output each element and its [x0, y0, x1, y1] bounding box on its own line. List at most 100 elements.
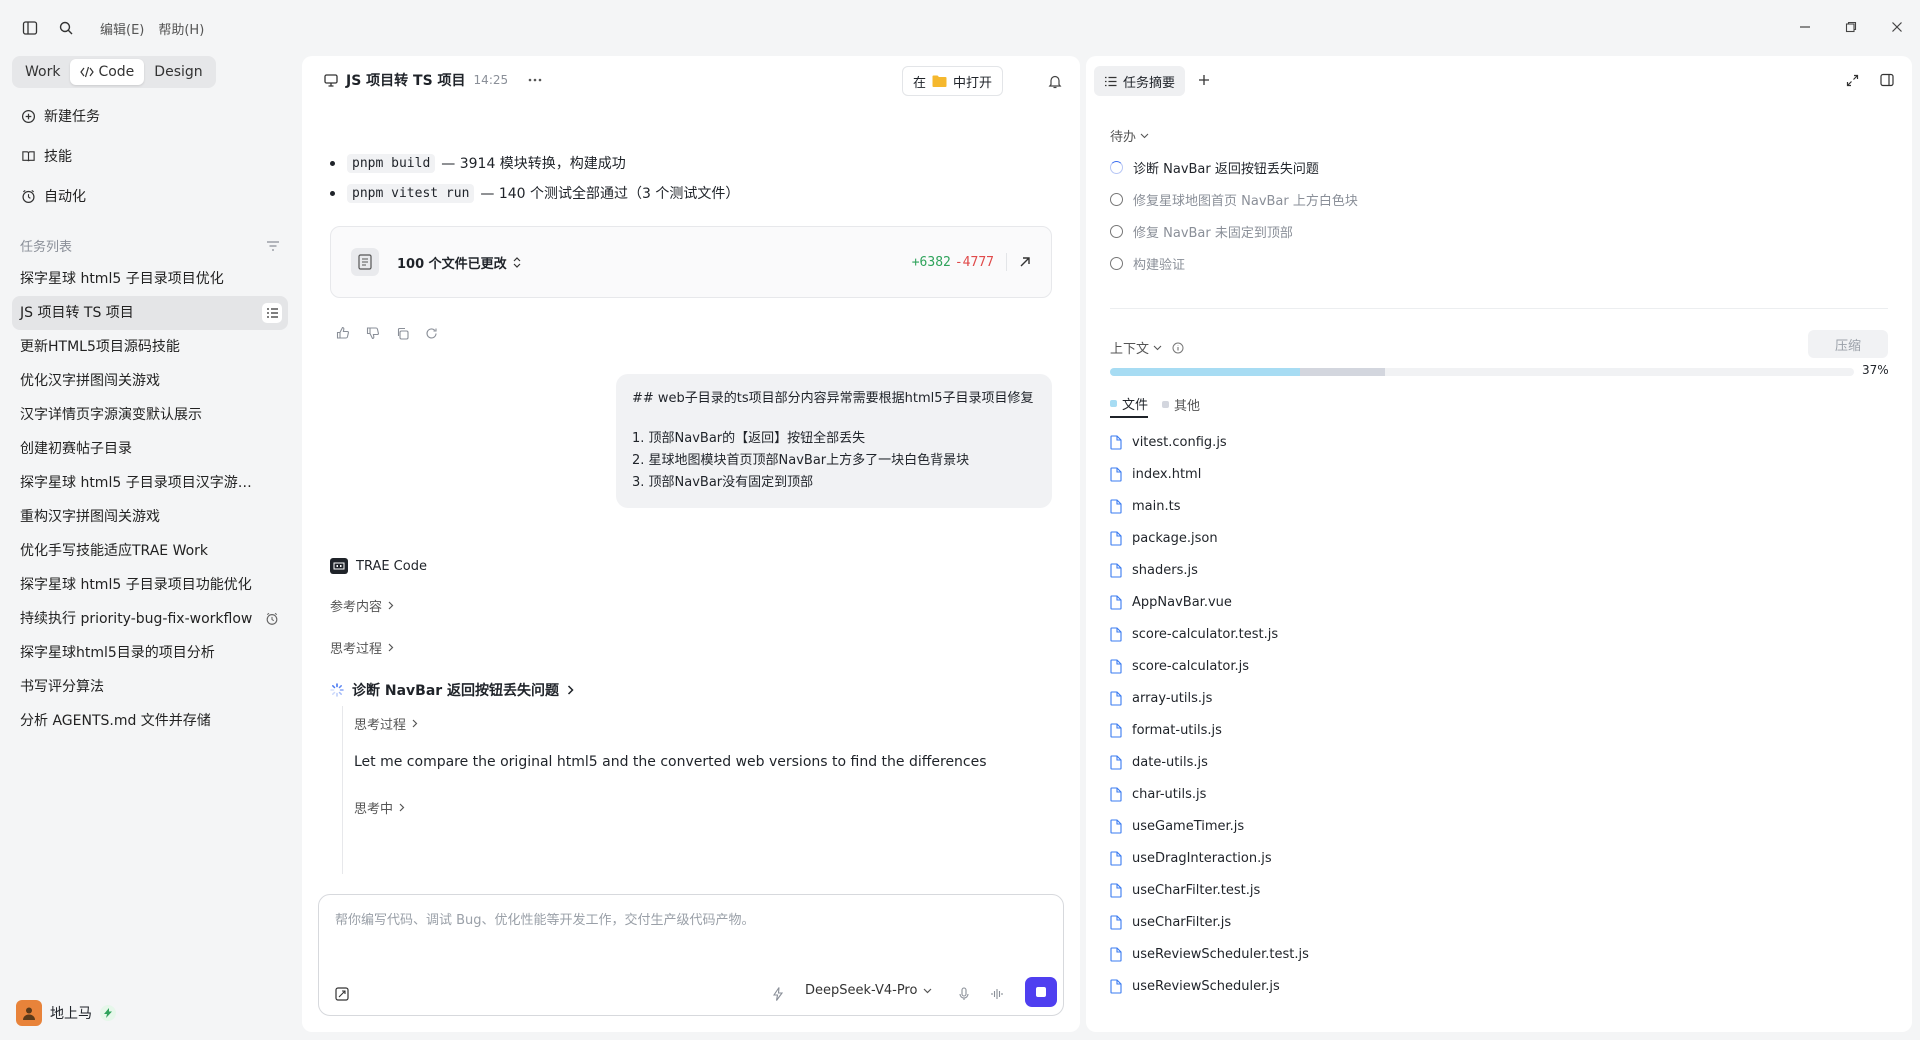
task-item[interactable]: 汉字详情页字源演变默认展示 — [12, 398, 288, 432]
bell-icon[interactable] — [1048, 74, 1062, 89]
step-thinking-toggle[interactable]: 思考过程 — [354, 714, 418, 733]
user-profile[interactable]: 地上马 — [16, 1000, 116, 1026]
legend-files[interactable]: 文件 — [1110, 394, 1149, 418]
user-message-line: 1. 顶部NavBar的【返回】按钮全部丢失 — [632, 431, 866, 446]
reference-toggle[interactable]: 参考内容 — [330, 596, 394, 615]
task-item[interactable]: 更新HTML5项目源码技能 — [12, 330, 288, 364]
task-item[interactable]: 探字星球 html5 子目录项目功能优化 — [12, 568, 288, 602]
task-item[interactable]: 重构汉字拼图闯关游戏 — [12, 500, 288, 534]
mode-work[interactable]: Work — [15, 59, 70, 85]
clock-icon — [20, 188, 36, 204]
refresh-icon[interactable] — [425, 326, 438, 340]
thinking-now-toggle[interactable]: 思考中 — [354, 798, 405, 817]
filter-icon[interactable] — [266, 236, 280, 255]
document-icon — [351, 248, 379, 276]
nav-automation[interactable]: 自动化 — [12, 180, 288, 212]
model-name: DeepSeek-V4-Pro — [805, 983, 918, 998]
context-section-toggle[interactable]: 上下文 — [1110, 338, 1184, 357]
compress-button[interactable]: 压缩 — [1808, 330, 1888, 358]
thumbs-up-icon[interactable] — [336, 326, 350, 340]
file-item[interactable]: char-utils.js — [1110, 778, 1206, 810]
file-item[interactable]: date-utils.js — [1110, 746, 1208, 778]
open-in-folder-button[interactable]: 在 中打开 — [902, 66, 1004, 96]
nav-new-task[interactable]: 新建任务 — [12, 100, 288, 132]
task-item[interactable]: 持续执行 priority-bug-fix-workflow — [12, 602, 288, 636]
message-input[interactable] — [335, 909, 1035, 939]
todo-item: 修复 NavBar 未固定到顶部 — [1110, 222, 1810, 241]
copy-icon[interactable] — [396, 326, 409, 340]
list-icon — [1104, 76, 1117, 87]
stop-button[interactable] — [1025, 977, 1057, 1007]
task-item[interactable]: 优化汉字拼图闯关游戏 — [12, 364, 288, 398]
minimize-icon[interactable] — [1794, 16, 1816, 38]
message-actions — [336, 326, 438, 340]
file-item[interactable]: useCharFilter.test.js — [1110, 874, 1260, 906]
lightning-icon — [100, 1005, 116, 1021]
list-item: pnpm vitest run — 140 个测试全部通过（3 个测试文件） — [330, 178, 1030, 208]
changed-files-card[interactable]: 100 个文件已更改 +6382 -4777 — [330, 226, 1052, 298]
task-item[interactable]: 分析 AGENTS.md 文件并存储 — [12, 704, 288, 738]
file-item[interactable]: shaders.js — [1110, 554, 1198, 586]
task-item[interactable]: 探字星球 html5 子目录项目汉字游戏-汉... — [12, 466, 288, 500]
task-item-active[interactable]: JS 项目转 TS 项目 — [12, 296, 288, 330]
file-item[interactable]: useDragInteraction.js — [1110, 842, 1272, 874]
nav-skills[interactable]: 技能 — [12, 140, 288, 172]
expand-icon[interactable] — [1846, 74, 1859, 87]
file-item[interactable]: useReviewScheduler.test.js — [1110, 938, 1309, 970]
sidebar-toggle-icon[interactable] — [20, 18, 40, 38]
task-item[interactable]: 优化手写技能适应TRAE Work — [12, 534, 288, 568]
close-icon[interactable] — [1886, 16, 1908, 38]
task-item[interactable]: 创建初赛帖子目录 — [12, 432, 288, 466]
bullet-text: — 140 个测试全部通过（3 个测试文件） — [480, 186, 740, 202]
file-item[interactable]: score-calculator.test.js — [1110, 618, 1278, 650]
assistant-name: TRAE Code — [356, 558, 427, 574]
file-item[interactable]: package.json — [1110, 522, 1218, 554]
file-item[interactable]: useReviewScheduler.js — [1110, 970, 1280, 1002]
inline-code: pnpm build — [347, 153, 436, 173]
lightning-icon[interactable] — [773, 987, 783, 1001]
menu-edit[interactable]: 编辑(E) — [100, 19, 144, 38]
file-item[interactable]: AppNavBar.vue — [1110, 586, 1232, 618]
restore-icon[interactable] — [1840, 16, 1862, 38]
model-selector[interactable]: DeepSeek-V4-Pro — [805, 983, 932, 998]
mode-code[interactable]: Code — [70, 59, 145, 85]
todo-section-toggle[interactable]: 待办 — [1110, 126, 1149, 145]
menu-help[interactable]: 帮助(H) — [158, 19, 204, 38]
task-list-icon[interactable] — [262, 303, 282, 323]
thinking-toggle[interactable]: 思考过程 — [330, 638, 394, 657]
task-item[interactable]: 探字星球html5目录的项目分析 — [12, 636, 288, 670]
mode-design[interactable]: Design — [144, 59, 212, 85]
file-name: index.html — [1132, 466, 1202, 482]
info-icon[interactable] — [1172, 342, 1184, 354]
task-item[interactable]: 探字星球 html5 子目录项目优化 — [12, 262, 288, 296]
chevron-right-icon — [388, 643, 394, 652]
plus-circle-icon — [20, 108, 36, 124]
mode-design-label: Design — [154, 64, 203, 80]
task-item[interactable]: 书写评分算法 — [12, 670, 288, 704]
file-item[interactable]: array-utils.js — [1110, 682, 1212, 714]
context-icon[interactable] — [335, 987, 349, 1001]
file-item[interactable]: vitest.config.js — [1110, 426, 1227, 458]
task-list: 探字星球 html5 子目录项目优化 JS 项目转 TS 项目 更新HTML5项… — [12, 262, 288, 738]
file-item[interactable]: useGameTimer.js — [1110, 810, 1244, 842]
file-item[interactable]: format-utils.js — [1110, 714, 1222, 746]
voice-wave-icon[interactable] — [991, 988, 1003, 1000]
legend-other[interactable]: 其他 — [1162, 394, 1200, 418]
panel-toggle-icon[interactable] — [1880, 73, 1894, 87]
file-name: vitest.config.js — [1132, 434, 1227, 450]
file-item[interactable]: useCharFilter.js — [1110, 906, 1231, 938]
microphone-icon[interactable] — [959, 987, 969, 1001]
file-item[interactable]: score-calculator.js — [1110, 650, 1249, 682]
open-external-icon[interactable] — [1019, 256, 1031, 268]
search-icon[interactable] — [56, 18, 76, 38]
chevron-updown-icon[interactable] — [513, 256, 521, 268]
file-item[interactable]: main.ts — [1110, 490, 1180, 522]
add-tab-icon[interactable] — [1198, 74, 1210, 86]
context-bar-files — [1110, 368, 1300, 376]
current-step[interactable]: 诊断 NavBar 返回按钮丢失问题 — [330, 680, 574, 700]
tab-task-summary[interactable]: 任务摘要 — [1094, 66, 1186, 96]
file-item[interactable]: index.html — [1110, 458, 1201, 490]
chevron-right-icon — [567, 685, 574, 695]
more-icon[interactable] — [528, 78, 542, 82]
thumbs-down-icon[interactable] — [366, 326, 380, 340]
